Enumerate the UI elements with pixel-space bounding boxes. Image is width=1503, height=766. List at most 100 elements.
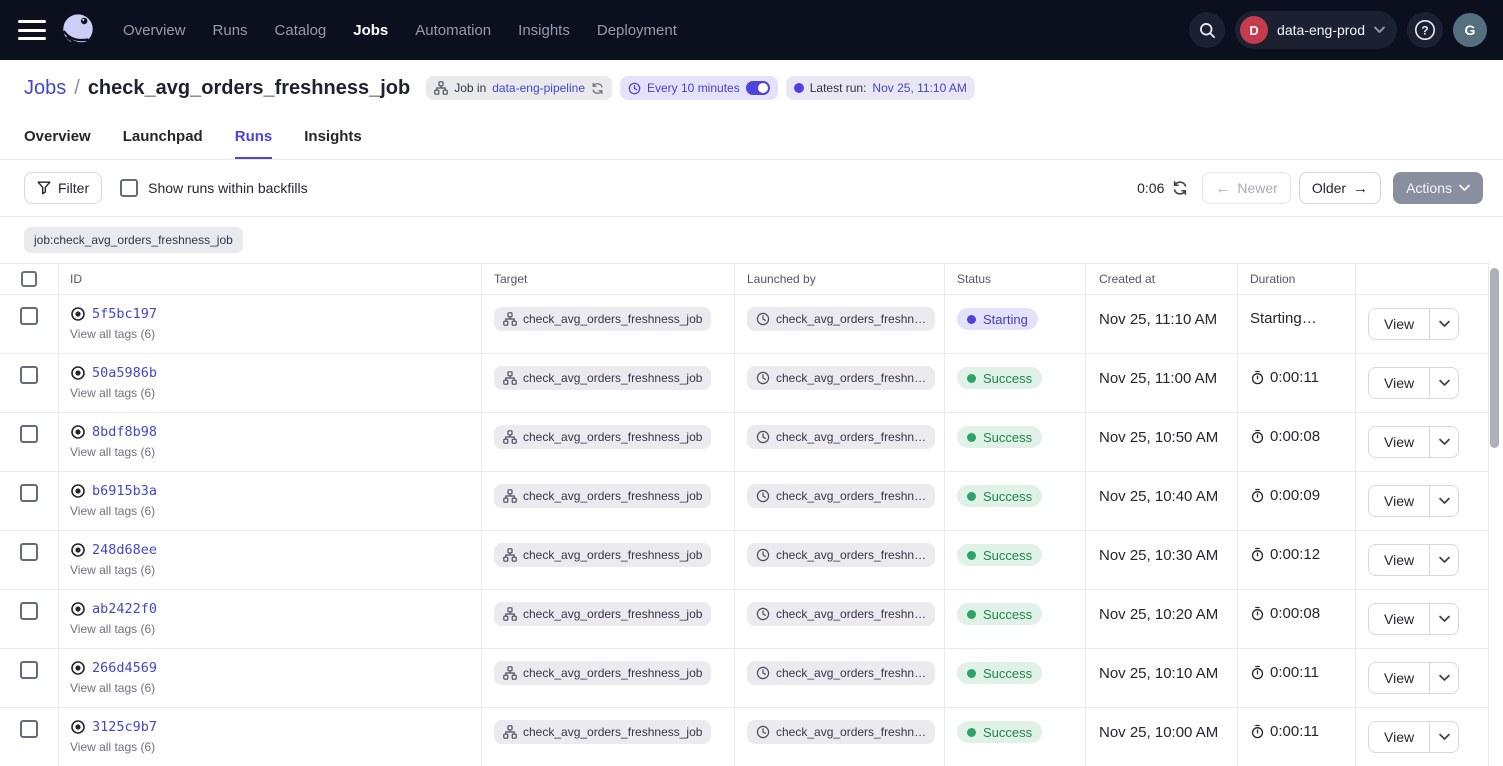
- status-dot-icon: [967, 315, 976, 324]
- view-run-button[interactable]: View: [1369, 604, 1429, 634]
- filter-icon: [37, 181, 51, 195]
- nav-item-catalog[interactable]: Catalog: [275, 22, 327, 39]
- run-actions-dropdown-button[interactable]: [1429, 722, 1458, 752]
- tab-runs[interactable]: Runs: [235, 128, 273, 159]
- run-actions-dropdown-button[interactable]: [1429, 309, 1458, 339]
- launched-by-tag[interactable]: check_avg_orders_freshn…: [747, 720, 935, 744]
- view-run-button[interactable]: View: [1369, 722, 1429, 752]
- table-scrollbar-thumb[interactable]: [1490, 268, 1499, 448]
- job-filter-tag[interactable]: job:check_avg_orders_freshness_job: [24, 227, 243, 253]
- reload-icon[interactable]: [591, 82, 604, 95]
- row-checkbox[interactable]: [20, 366, 38, 384]
- nav-item-overview[interactable]: Overview: [123, 22, 186, 39]
- duration-value: Starting…: [1250, 310, 1317, 327]
- chevron-down-icon: [1459, 184, 1470, 192]
- dagster-logo-icon[interactable]: [59, 11, 97, 49]
- row-checkbox[interactable]: [20, 602, 38, 620]
- nav-item-insights[interactable]: Insights: [518, 22, 570, 39]
- target-tag[interactable]: check_avg_orders_freshness_job: [494, 366, 711, 390]
- row-checkbox[interactable]: [20, 307, 38, 325]
- tab-overview[interactable]: Overview: [24, 128, 91, 159]
- job-icon: [503, 430, 517, 444]
- filter-button[interactable]: Filter: [24, 172, 102, 204]
- view-run-button[interactable]: View: [1369, 545, 1429, 575]
- view-all-tags-link[interactable]: View all tags (6): [70, 327, 481, 341]
- row-checkbox[interactable]: [20, 720, 38, 738]
- view-all-tags-link[interactable]: View all tags (6): [70, 445, 481, 459]
- launched-by-tag[interactable]: check_avg_orders_freshn…: [747, 661, 935, 685]
- view-all-tags-link[interactable]: View all tags (6): [70, 740, 481, 754]
- latest-run-link[interactable]: Nov 25, 11:10 AM: [872, 81, 967, 95]
- row-checkbox[interactable]: [20, 484, 38, 502]
- job-icon: [503, 489, 517, 503]
- run-actions-dropdown-button[interactable]: [1429, 427, 1458, 457]
- target-tag[interactable]: check_avg_orders_freshness_job: [494, 720, 711, 744]
- run-actions-dropdown-button[interactable]: [1429, 486, 1458, 516]
- nav-item-deployment[interactable]: Deployment: [597, 22, 677, 39]
- target-tag[interactable]: check_avg_orders_freshness_job: [494, 307, 711, 331]
- launched-by-tag[interactable]: check_avg_orders_freshn…: [747, 366, 935, 390]
- nav-item-automation[interactable]: Automation: [415, 22, 491, 39]
- older-button[interactable]: Older →: [1299, 172, 1381, 204]
- status-badge: Success: [957, 367, 1042, 389]
- nav-item-runs[interactable]: Runs: [213, 22, 248, 39]
- row-checkbox[interactable]: [20, 425, 38, 443]
- target-tag[interactable]: check_avg_orders_freshness_job: [494, 602, 711, 626]
- view-run-button[interactable]: View: [1369, 486, 1429, 516]
- refresh-button[interactable]: [1172, 180, 1188, 196]
- search-button[interactable]: [1189, 12, 1225, 48]
- tab-insights[interactable]: Insights: [304, 128, 362, 159]
- view-run-button[interactable]: View: [1369, 663, 1429, 693]
- run-id-link[interactable]: 5f5bc197: [92, 306, 157, 322]
- row-checkbox[interactable]: [20, 661, 38, 679]
- run-id-link[interactable]: 3125c9b7: [92, 719, 157, 735]
- schedule-toggle[interactable]: [746, 81, 770, 95]
- hamburger-menu-icon[interactable]: [18, 20, 46, 40]
- status-dot-icon: [967, 374, 976, 383]
- actions-button[interactable]: Actions: [1393, 172, 1483, 204]
- view-all-tags-link[interactable]: View all tags (6): [70, 386, 481, 400]
- run-actions-dropdown-button[interactable]: [1429, 604, 1458, 634]
- launched-by-tag[interactable]: check_avg_orders_freshn…: [747, 484, 935, 508]
- runs-table-body: 5f5bc197 View all tags (6) check_avg_ord…: [0, 295, 1489, 766]
- view-all-tags-link[interactable]: View all tags (6): [70, 681, 481, 695]
- row-checkbox[interactable]: [20, 543, 38, 561]
- view-run-button[interactable]: View: [1369, 309, 1429, 339]
- breadcrumb-jobs-link[interactable]: Jobs: [24, 77, 66, 100]
- run-id-link[interactable]: 8bdf8b98: [92, 424, 157, 440]
- launched-by-tag[interactable]: check_avg_orders_freshn…: [747, 543, 935, 567]
- newer-button[interactable]: ← Newer: [1202, 172, 1290, 204]
- tab-launchpad[interactable]: Launchpad: [123, 128, 203, 159]
- target-tag[interactable]: check_avg_orders_freshness_job: [494, 425, 711, 449]
- view-run-button[interactable]: View: [1369, 427, 1429, 457]
- view-all-tags-link[interactable]: View all tags (6): [70, 563, 481, 577]
- workspace-switcher[interactable]: D data-eng-prod: [1235, 11, 1397, 49]
- run-actions: View: [1368, 603, 1459, 635]
- launched-by-tag[interactable]: check_avg_orders_freshn…: [747, 425, 935, 449]
- user-avatar[interactable]: G: [1453, 13, 1487, 47]
- clock-icon: [628, 82, 641, 95]
- run-actions-dropdown-button[interactable]: [1429, 545, 1458, 575]
- run-id-link[interactable]: ab2422f0: [92, 601, 157, 617]
- chevron-down-icon: [1439, 615, 1450, 623]
- run-actions-dropdown-button[interactable]: [1429, 663, 1458, 693]
- nav-item-jobs[interactable]: Jobs: [353, 22, 388, 39]
- launched-by-tag[interactable]: check_avg_orders_freshn…: [747, 602, 935, 626]
- backfills-checkbox[interactable]: [120, 179, 138, 197]
- target-tag[interactable]: check_avg_orders_freshness_job: [494, 484, 711, 508]
- view-all-tags-link[interactable]: View all tags (6): [70, 622, 481, 636]
- run-id-link[interactable]: b6915b3a: [92, 483, 157, 499]
- pipeline-link[interactable]: data-eng-pipeline: [492, 81, 585, 95]
- view-run-button[interactable]: View: [1369, 368, 1429, 398]
- target-tag[interactable]: check_avg_orders_freshness_job: [494, 661, 711, 685]
- select-all-checkbox[interactable]: [21, 271, 37, 287]
- run-id-link[interactable]: 248d68ee: [92, 542, 157, 558]
- run-id-link[interactable]: 266d4569: [92, 660, 157, 676]
- help-button[interactable]: ?: [1407, 12, 1443, 48]
- launched-by-tag[interactable]: check_avg_orders_freshn…: [747, 307, 935, 331]
- schedule-label: Every 10 minutes: [647, 81, 740, 95]
- run-actions-dropdown-button[interactable]: [1429, 368, 1458, 398]
- run-id-link[interactable]: 50a5986b: [92, 365, 157, 381]
- view-all-tags-link[interactable]: View all tags (6): [70, 504, 481, 518]
- target-tag[interactable]: check_avg_orders_freshness_job: [494, 543, 711, 567]
